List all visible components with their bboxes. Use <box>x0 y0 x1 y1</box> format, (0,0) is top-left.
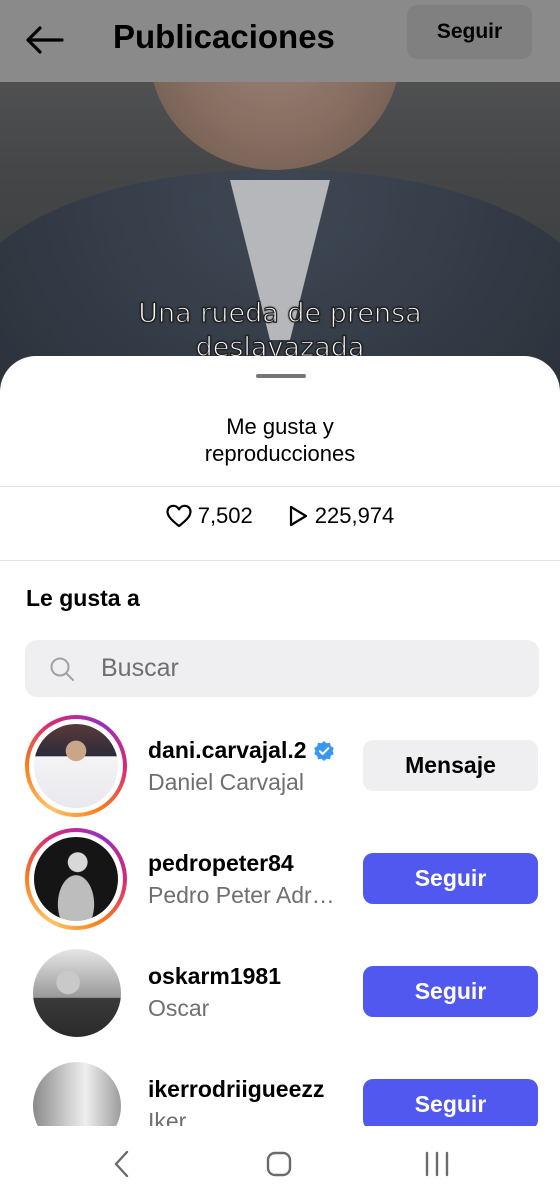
back-button[interactable] <box>22 22 66 58</box>
chevron-left-icon <box>114 1150 129 1178</box>
username-text: oskarm1981 <box>148 963 281 989</box>
list-item[interactable]: dani.carvajal.2 Daniel Carvajal Mensaje <box>0 712 560 824</box>
follow-button[interactable]: Seguir <box>363 853 538 904</box>
plays-count: 225,974 <box>314 503 395 528</box>
message-button[interactable]: Mensaje <box>363 740 538 791</box>
list-item[interactable]: oskarm1981 Oscar Seguir <box>0 938 560 1050</box>
follow-button[interactable]: Seguir <box>363 1079 538 1130</box>
username[interactable]: pedropeter84 <box>148 850 294 877</box>
video-caption-line-1: Una rueda de prensa <box>138 297 423 329</box>
page-title: Publicaciones <box>113 18 335 55</box>
list-item[interactable]: pedropeter84 Pedro Peter Adr… Seguir <box>0 825 560 937</box>
recents-icon <box>425 1151 449 1177</box>
avatar-photo <box>34 724 118 808</box>
username-text: ikerrodriigueezz <box>148 1076 325 1102</box>
likes-sheet: Me gusta y reproducciones 7,502 225,974 … <box>0 356 560 1200</box>
arrow-left-icon <box>26 26 64 54</box>
search-input[interactable] <box>101 650 521 686</box>
likes-count: 7,502 <box>197 503 253 528</box>
system-recents-button[interactable] <box>417 1148 457 1180</box>
system-nav-bar <box>0 1126 560 1200</box>
plays-stat: 225,974 <box>287 503 395 529</box>
username[interactable]: oskarm1981 <box>148 963 281 990</box>
avatar[interactable] <box>25 715 127 817</box>
username-text: pedropeter84 <box>148 850 294 876</box>
section-title: Le gusta a <box>26 585 140 611</box>
sheet-title: Me gusta y reproducciones <box>0 413 560 467</box>
sheet-title-line-2: reproducciones <box>204 441 356 466</box>
header-follow-button[interactable]: Seguir <box>407 5 532 59</box>
stats-row: 7,502 225,974 <box>0 503 560 529</box>
username[interactable]: dani.carvajal.2 <box>148 737 335 764</box>
search-icon <box>50 657 74 681</box>
sheet-drag-handle[interactable] <box>256 374 306 378</box>
divider <box>0 560 560 561</box>
likes-stat: 7,502 <box>166 503 253 529</box>
avatar-photo <box>33 949 121 1037</box>
username[interactable]: ikerrodriigueezz <box>148 1076 324 1103</box>
avatar-photo <box>34 837 118 921</box>
verified-badge-icon <box>313 740 334 761</box>
play-icon <box>289 505 307 527</box>
full-name: Daniel Carvajal <box>148 769 304 795</box>
follow-button[interactable]: Seguir <box>363 966 538 1017</box>
username-text: dani.carvajal.2 <box>148 737 307 763</box>
divider <box>0 486 560 487</box>
full-name: Pedro Peter Adr… <box>148 882 335 908</box>
system-back-button[interactable] <box>102 1148 142 1180</box>
heart-icon <box>166 504 192 528</box>
avatar[interactable] <box>25 941 127 1043</box>
sheet-title-line-1: Me gusta y <box>226 414 334 439</box>
system-home-button[interactable] <box>259 1148 299 1180</box>
search-bar[interactable] <box>25 640 539 697</box>
home-square-icon <box>266 1151 292 1177</box>
avatar[interactable] <box>25 828 127 930</box>
full-name: Oscar <box>148 995 210 1021</box>
top-bar: Publicaciones Seguir <box>0 0 560 82</box>
